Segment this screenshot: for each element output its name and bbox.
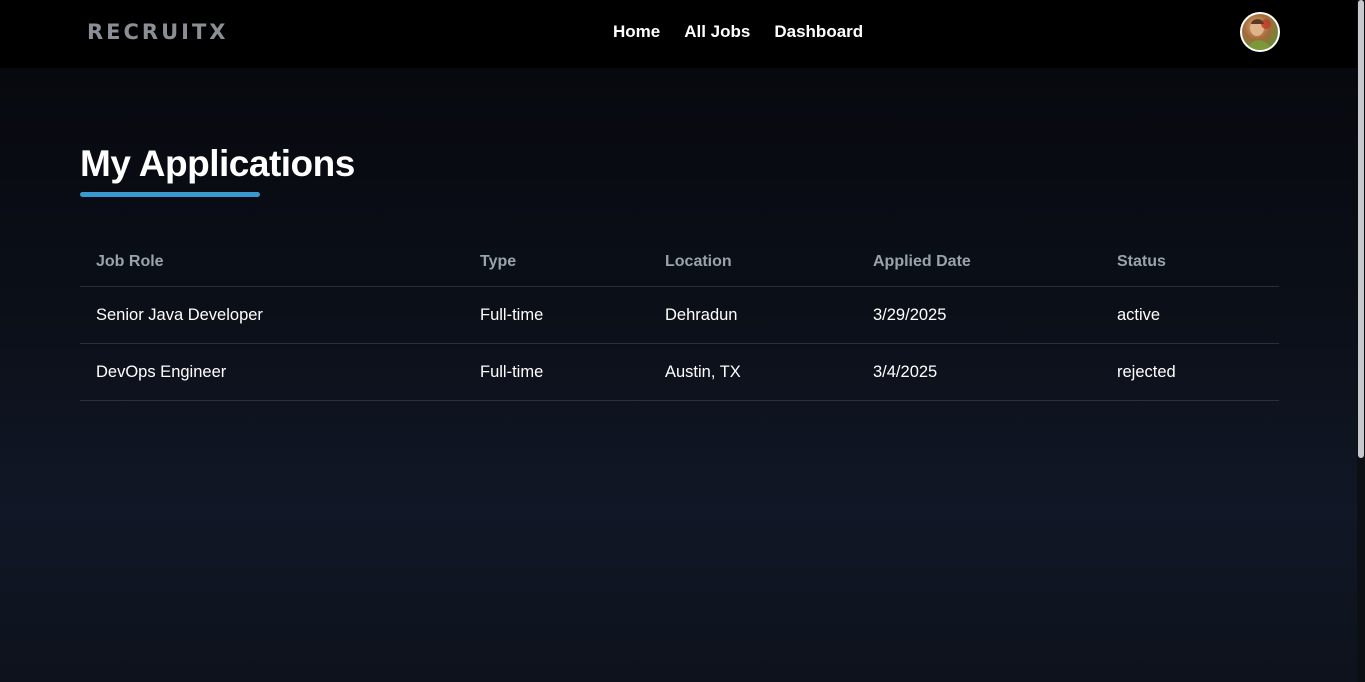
user-avatar-icon — [1248, 19, 1272, 50]
cell-job-role: DevOps Engineer — [96, 362, 227, 381]
page-title: My Applications — [80, 143, 355, 184]
cell-type: Full-time — [480, 362, 544, 381]
title-underline — [80, 192, 260, 197]
header-location: Location — [665, 253, 732, 270]
table-row[interactable]: Senior Java Developer Full-time Dehradun… — [80, 287, 1279, 344]
scrollbar-thumb[interactable] — [1358, 0, 1364, 458]
cell-location: Dehradun — [665, 305, 738, 324]
scrollbar[interactable] — [1357, 0, 1365, 682]
cell-status: rejected — [1117, 362, 1176, 381]
cell-applied-date: 3/4/2025 — [873, 362, 938, 381]
nav-link-home[interactable]: Home — [613, 22, 660, 42]
header-status: Status — [1117, 253, 1166, 270]
nav-link-dashboard[interactable]: Dashboard — [774, 22, 863, 42]
cell-status: active — [1117, 305, 1161, 324]
cell-job-role: Senior Java Developer — [96, 305, 263, 324]
header-applied-date: Applied Date — [873, 253, 971, 270]
cell-type: Full-time — [480, 305, 544, 324]
nav-links: Home All Jobs Dashboard — [613, 22, 863, 42]
applications-table: Job Role Type Location Applied Date Stat… — [80, 238, 1279, 401]
top-navbar: RECRUITX Home All Jobs Dashboard — [0, 0, 1357, 68]
nav-link-all-jobs[interactable]: All Jobs — [684, 22, 750, 42]
table-header-row: Job Role Type Location Applied Date Stat… — [80, 238, 1279, 287]
header-job-role: Job Role — [96, 253, 164, 270]
header-type: Type — [480, 253, 517, 270]
cell-applied-date: 3/29/2025 — [873, 305, 947, 324]
logo[interactable]: RECRUITX — [87, 20, 228, 44]
avatar[interactable] — [1240, 12, 1280, 52]
cell-location: Austin, TX — [665, 362, 741, 381]
table-row[interactable]: DevOps Engineer Full-time Austin, TX 3/4… — [80, 344, 1279, 401]
